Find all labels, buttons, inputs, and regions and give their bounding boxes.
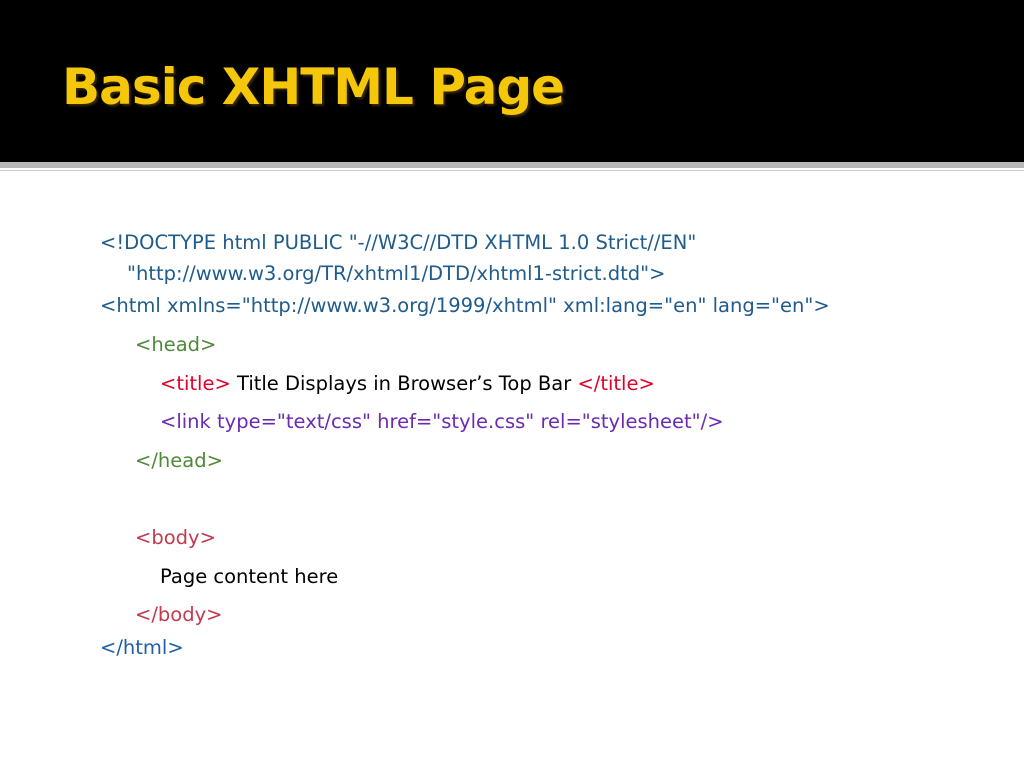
code-listing: <!DOCTYPE html PUBLIC "-//W3C//DTD XHTML… <box>0 0 1024 782</box>
doctype-line-1: <!DOCTYPE html PUBLIC "-//W3C//DTD XHTML… <box>100 231 697 254</box>
html-close-tag: </html> <box>100 636 184 659</box>
head-open-tag: <head> <box>135 333 217 356</box>
doctype-line-2: "http://www.w3.org/TR/xhtml1/DTD/xhtml1-… <box>127 262 666 285</box>
title-open-tag: <title> <box>160 372 231 395</box>
body-close-tag: </body> <box>135 603 223 626</box>
body-content-text: Page content here <box>160 565 339 588</box>
body-open-tag: <body> <box>135 526 216 549</box>
title-line: <title> Title Displays in Browser’s Top … <box>160 374 655 394</box>
html-open-tag: <html xmlns="http://www.w3.org/1999/xhtm… <box>100 294 830 317</box>
title-close-tag: </title> <box>577 372 655 395</box>
title-text: Title Displays in Browser’s Top Bar <box>230 372 578 395</box>
head-close-tag: </head> <box>135 449 223 472</box>
link-tag: <link type="text/css" href="style.css" r… <box>160 410 724 433</box>
slide: Basic XHTML Page <!DOCTYPE html PUBLIC "… <box>0 0 1024 782</box>
